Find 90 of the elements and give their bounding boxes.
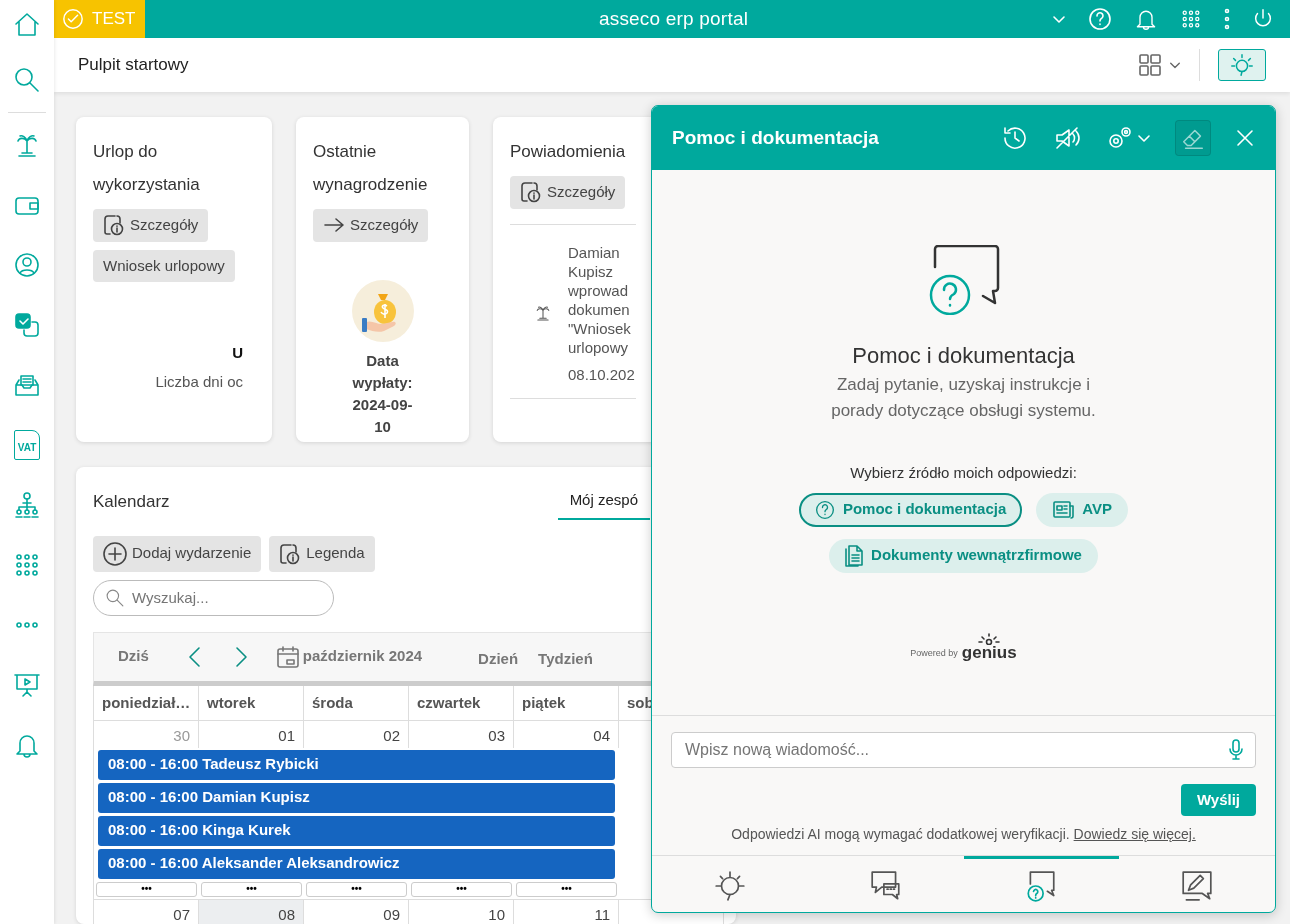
weekday-header: piątek [514, 685, 619, 721]
day-number[interactable]: 01 [199, 720, 304, 748]
kebab-menu-icon[interactable] [1224, 8, 1230, 30]
document-info-icon [103, 214, 125, 237]
badge-label: TEST [92, 8, 136, 31]
brand-name: genius [961, 644, 1017, 661]
app-title: asseco erp portal [598, 6, 749, 31]
panel-title: Pomoc i dokumentacja [672, 125, 879, 150]
org-chart-icon[interactable] [13, 491, 41, 519]
weekday-header: środa [304, 685, 409, 721]
money-bag-icon [351, 279, 414, 342]
calendar-icon [276, 645, 299, 668]
close-icon[interactable] [1235, 128, 1255, 148]
apps-grid-icon[interactable] [1180, 8, 1202, 30]
leave-request-button[interactable]: Wniosek urlopowy [93, 249, 235, 282]
day-number[interactable]: 08 [199, 898, 304, 924]
details-button[interactable]: Szczegóły [510, 176, 626, 209]
chat-icon [868, 868, 903, 903]
add-event-button[interactable]: Dodaj wydarzenie [93, 535, 262, 572]
more-events-button[interactable]: ••• [96, 881, 197, 897]
notification-date: 08.10.202 [568, 364, 635, 384]
today-button[interactable]: Dziś [118, 645, 149, 668]
palm-tree-icon [534, 304, 552, 323]
page-title: Pulpit startowy [78, 54, 189, 77]
checkbox-icon[interactable] [13, 311, 41, 339]
weekday-header: wtorek [199, 685, 304, 721]
user-icon[interactable] [13, 251, 41, 279]
day-number[interactable]: 09 [304, 898, 409, 924]
microphone-icon[interactable] [1228, 739, 1244, 761]
calendar-event[interactable]: 08:00 - 16:00 Tadeusz Rybicki [98, 749, 615, 780]
view-tab[interactable]: Dzień [472, 647, 525, 672]
apps-grid-icon[interactable] [13, 551, 41, 579]
month-picker[interactable]: październik 2024 [276, 645, 423, 668]
help-icon [814, 499, 835, 520]
help-chat-icon [927, 245, 1000, 315]
previous-icon[interactable] [186, 645, 203, 668]
lightbulb-icon [1229, 52, 1255, 78]
help-icon[interactable] [1088, 7, 1112, 31]
day-number[interactable]: 02 [304, 720, 409, 748]
assistant-toggle[interactable] [1218, 49, 1266, 81]
calendar-event[interactable]: 08:00 - 16:00 Aleksander Aleksandrowicz [98, 848, 615, 879]
speaker-muted-icon[interactable] [1053, 124, 1081, 152]
search-icon [105, 587, 125, 608]
plus-circle-icon [103, 541, 127, 566]
calendar-event[interactable]: 08:00 - 16:00 Damian Kupisz [98, 782, 615, 813]
panel-heading: Pomoc i dokumentacja [852, 342, 1075, 370]
document-info-icon [279, 542, 302, 565]
powered-by-text: Powered by [910, 647, 958, 660]
weekday-header: czwartek [409, 685, 514, 721]
newspaper-icon [1052, 499, 1075, 520]
document-info-icon [520, 181, 542, 204]
card-title: Urlop do wykorzystania [93, 141, 201, 196]
more-events-button[interactable]: ••• [201, 881, 302, 897]
day-number[interactable]: 04 [514, 720, 619, 748]
day-number[interactable]: 11 [514, 898, 619, 924]
search-icon[interactable] [13, 66, 41, 94]
calendar-title: Kalendarz [93, 491, 170, 513]
leave-value: U [231, 343, 243, 363]
arrow-right-icon [323, 217, 345, 234]
check-circle-icon [62, 8, 84, 30]
more-events-button[interactable]: ••• [411, 881, 512, 897]
eraser-button[interactable] [1175, 120, 1211, 156]
layout-icon[interactable] [1139, 54, 1161, 76]
more-events-button[interactable]: ••• [516, 881, 617, 897]
day-number[interactable]: 03 [409, 720, 514, 748]
edit-chat-icon [1180, 868, 1215, 903]
disclaimer-text: Odpowiedzi AI mogą wymagać dodatkowej weryfikacji. Dowiedz się więcej. [730, 825, 1197, 844]
card-title: Ostatnie wynagrodzenie [313, 141, 429, 196]
sun-icon [977, 632, 1002, 645]
details-button[interactable]: Szczegóły [313, 209, 429, 242]
day-number[interactable]: 10 [409, 898, 514, 924]
more-events-button[interactable]: ••• [306, 881, 407, 897]
details-button[interactable]: Szczegóły [93, 209, 209, 242]
source-prompt: Wybierz źródło moich odpowiedzi: [850, 463, 1077, 483]
search-field[interactable]: Wyszukaj... [93, 579, 334, 616]
payout-date: Data wypłaty: 2024-09-10 [351, 350, 414, 437]
view-tab[interactable]: Tydzień [532, 647, 599, 672]
lightbulb-icon [712, 868, 747, 903]
legend-button[interactable]: Legenda [269, 535, 375, 572]
calendar-event[interactable]: 08:00 - 16:00 Kinga Kurek [98, 815, 615, 846]
weekday-header: poniedział… [94, 685, 199, 721]
panel-description: Zadaj pytanie, uzyskaj instrukcje i porady dotyczące obsługi systemu. [830, 374, 1097, 422]
notification-text: Damian Kupisz wprowad dokumen "Wniosek urlopowy [568, 242, 632, 357]
learn-more-link[interactable]: Dowiedz się więcej. [1073, 826, 1196, 842]
history-icon[interactable] [1001, 124, 1029, 152]
home-icon[interactable] [13, 11, 41, 39]
document-icon [845, 544, 864, 567]
message-field[interactable]: Wpisz nową wiadomość... [671, 732, 1256, 768]
leave-caption: Liczba dni oc [154, 371, 243, 392]
presentation-icon[interactable] [13, 671, 41, 699]
